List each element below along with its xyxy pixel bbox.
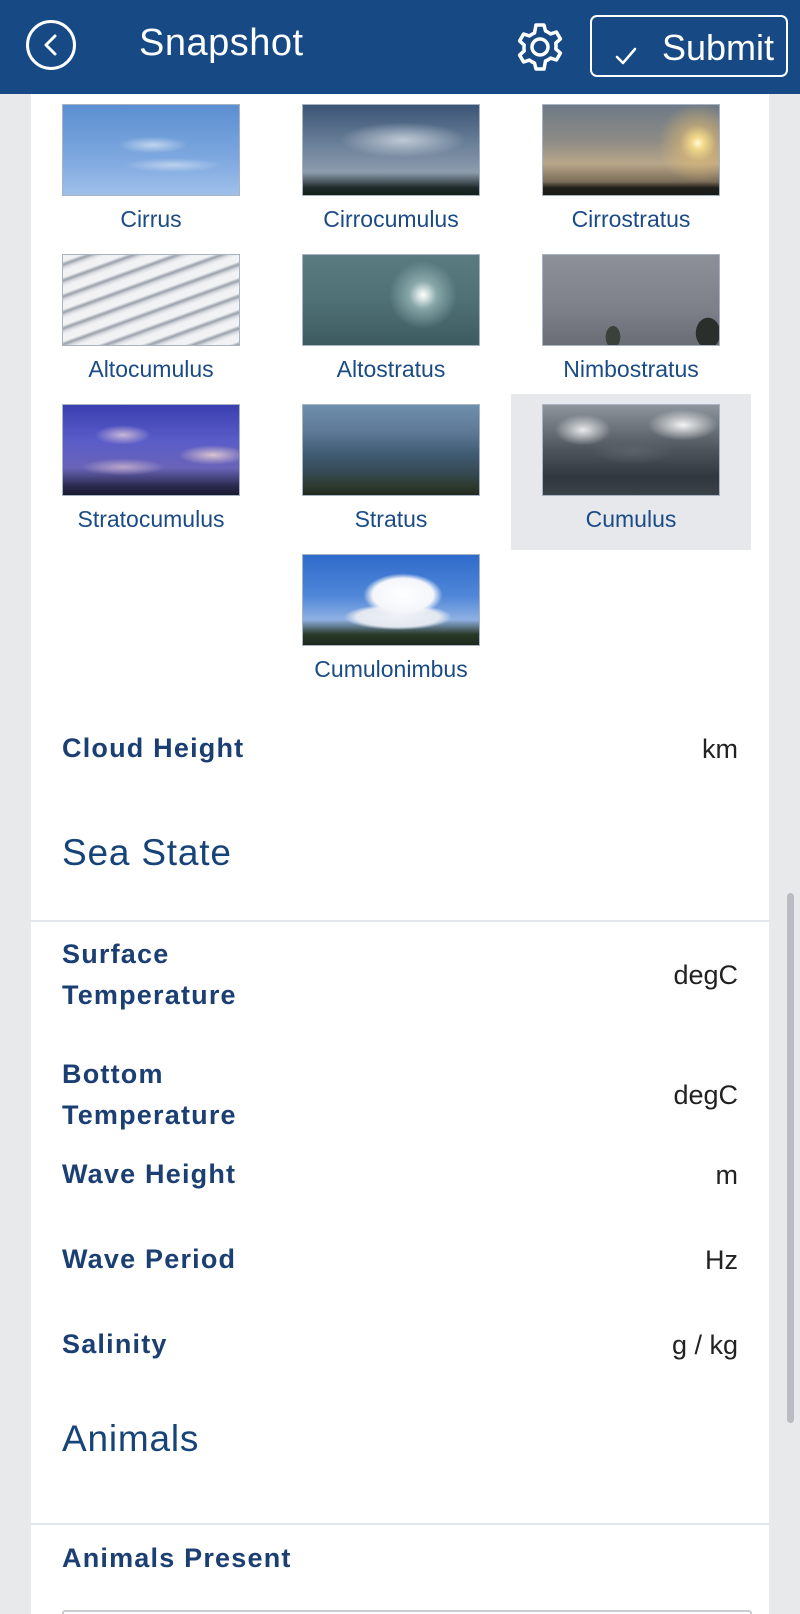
- cloud-label: Stratocumulus: [77, 506, 225, 532]
- wave-height-label: Wave Height: [62, 1159, 237, 1189]
- cloud-height-label: Cloud Height: [62, 733, 245, 763]
- bottom-temperature-label: Bottom Temperature: [62, 1059, 237, 1130]
- cloud-label: Cumulonimbus: [314, 656, 468, 682]
- salinity-label: Salinity: [62, 1329, 168, 1359]
- cloud-option-nimbostratus[interactable]: Nimbostratus: [511, 244, 751, 400]
- submit-button[interactable]: Submit: [590, 15, 788, 77]
- scrollbar[interactable]: [787, 893, 794, 1423]
- cloud-option-altocumulus[interactable]: Altocumulus: [31, 244, 271, 400]
- stratocumulus-photo: [62, 404, 240, 496]
- cloud-label: Cirrus: [120, 206, 182, 232]
- gear-icon[interactable]: [514, 21, 566, 73]
- cloud-label: Cirrostratus: [571, 206, 691, 232]
- cloud-label: Cumulus: [585, 506, 677, 532]
- animals-present-field[interactable]: [62, 1610, 752, 1614]
- cirrus-photo: [62, 104, 240, 196]
- cumulus-photo: [542, 404, 720, 496]
- surface-temperature-label: Surface Temperature: [62, 939, 237, 1010]
- cloud-option-cumulonimbus[interactable]: Cumulonimbus: [271, 544, 511, 700]
- wave-period-label: Wave Period: [62, 1244, 237, 1274]
- submit-label: Submit: [662, 27, 775, 68]
- form-panel: Cirrus Cirrocumulus Cirrostratus Altocum…: [31, 94, 769, 1614]
- nimbostratus-photo: [542, 254, 720, 346]
- cloud-option-cirrostratus[interactable]: Cirrostratus: [511, 94, 751, 250]
- sea-state-heading: Sea State: [62, 832, 232, 873]
- back-icon[interactable]: [26, 20, 76, 70]
- cloud-label: Altocumulus: [88, 356, 214, 382]
- cumulonimbus-photo: [302, 554, 480, 646]
- surface-temperature-unit[interactable]: degC: [673, 960, 738, 991]
- page-title: Snapshot: [139, 22, 304, 64]
- cloud-option-stratocumulus[interactable]: Stratocumulus: [31, 394, 271, 550]
- cloud-option-cirrocumulus[interactable]: Cirrocumulus: [271, 94, 511, 250]
- animals-heading: Animals: [62, 1418, 200, 1459]
- cloud-option-cirrus[interactable]: Cirrus: [31, 94, 271, 250]
- section-divider: [31, 1523, 769, 1525]
- altostratus-photo: [302, 254, 480, 346]
- cirrocumulus-photo: [302, 104, 480, 196]
- cloud-label: Cirrocumulus: [323, 206, 459, 232]
- cloud-option-altostratus[interactable]: Altostratus: [271, 244, 511, 400]
- cloud-option-cumulus[interactable]: Cumulus: [511, 394, 751, 550]
- app-header: Snapshot Submit: [0, 0, 800, 94]
- wave-height-unit[interactable]: m: [716, 1160, 739, 1191]
- cirrostratus-photo: [542, 104, 720, 196]
- cloud-height-unit[interactable]: km: [702, 734, 738, 765]
- cloud-label: Altostratus: [336, 356, 446, 382]
- cloud-label: Stratus: [354, 506, 428, 532]
- salinity-unit[interactable]: g / kg: [672, 1330, 738, 1361]
- wave-period-unit[interactable]: Hz: [705, 1245, 738, 1276]
- animals-present-label: Animals Present: [62, 1543, 292, 1573]
- altocumulus-photo: [62, 254, 240, 346]
- stratus-photo: [302, 404, 480, 496]
- bottom-temperature-unit[interactable]: degC: [673, 1080, 738, 1111]
- checkmark-icon: [614, 35, 638, 77]
- cloud-option-stratus[interactable]: Stratus: [271, 394, 511, 550]
- section-divider: [31, 920, 769, 922]
- cloud-label: Nimbostratus: [563, 356, 699, 382]
